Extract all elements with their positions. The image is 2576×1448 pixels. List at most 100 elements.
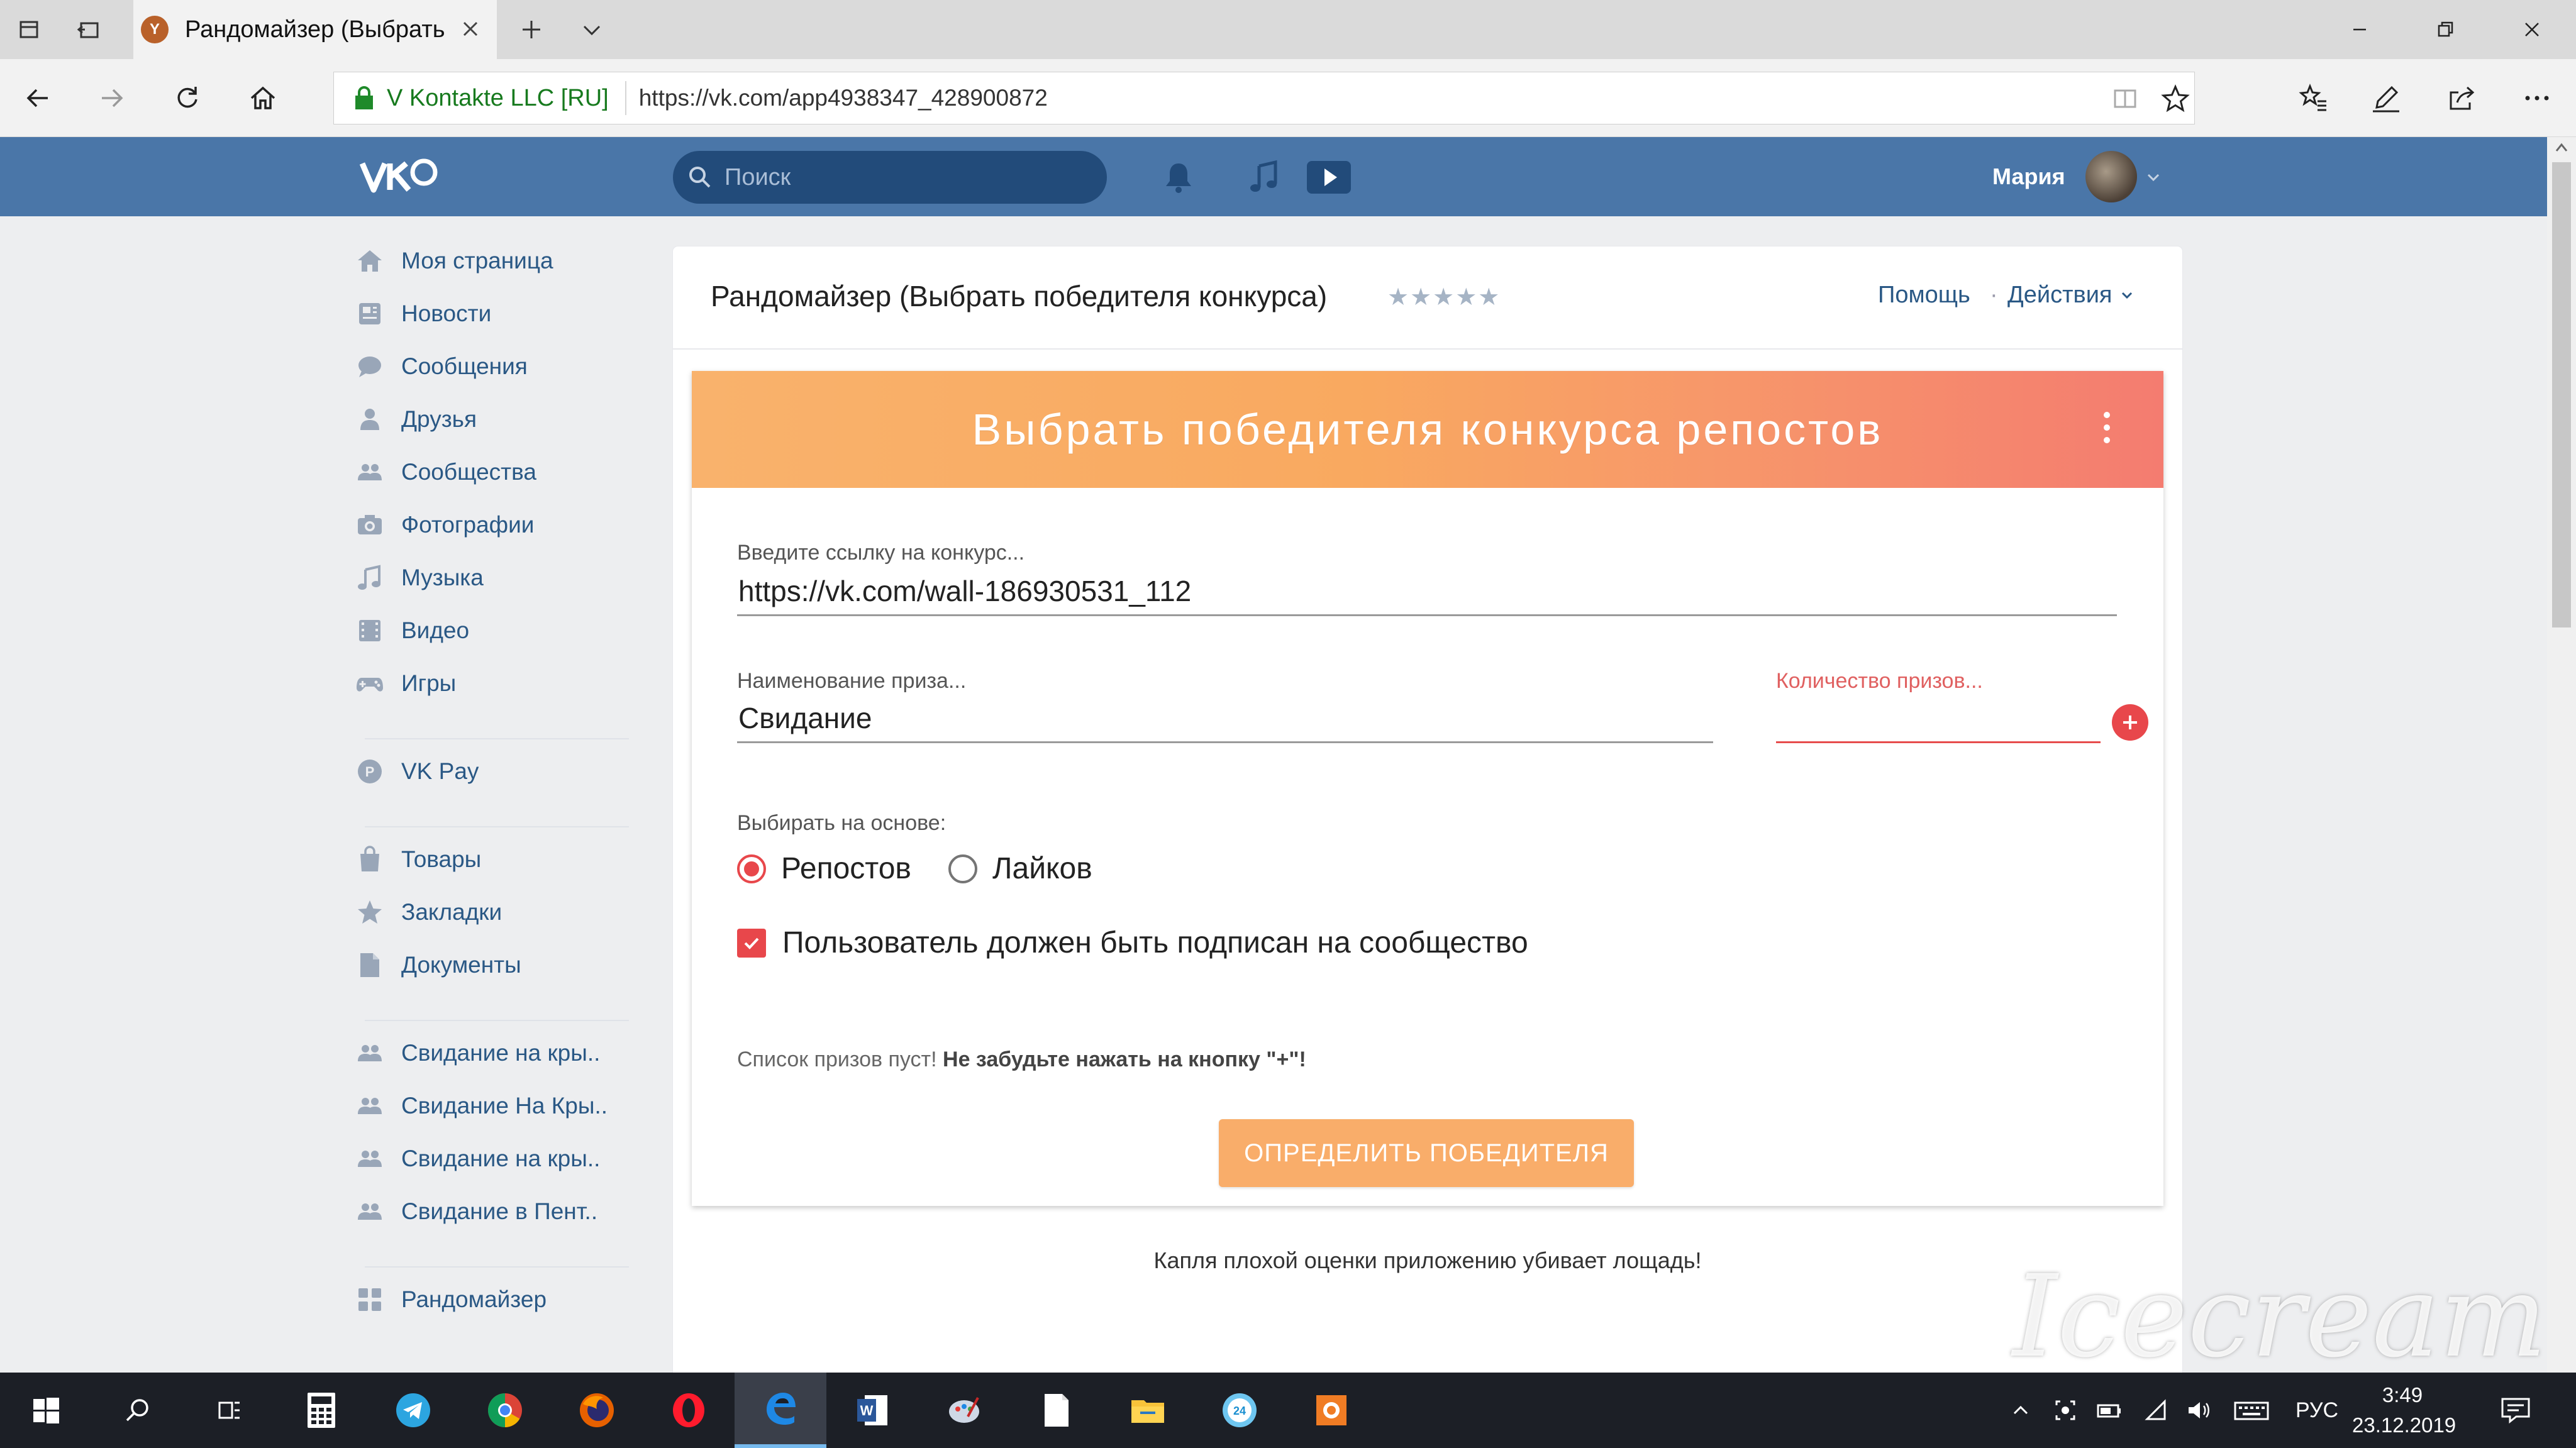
sidebar-item-randomizer[interactable]: Рандомайзер [352,1278,641,1322]
actions-menu[interactable]: Действия [2007,282,2135,309]
close-window-icon[interactable] [2513,13,2551,47]
start-windows-icon[interactable] [0,1373,92,1448]
tab-active[interactable]: Y Рандомайзер (Выбрать [133,0,497,59]
task-view-icon[interactable] [184,1373,275,1448]
set-aside-tabs-icon[interactable] [74,15,103,44]
sidebar-item-documents[interactable]: Документы [352,943,641,987]
favorites-hub-icon[interactable] [2296,80,2331,116]
help-link[interactable]: Помощь [1878,282,1970,309]
new-tab-icon[interactable] [517,15,546,44]
randomizer-card: Выбрать победителя конкурса репостов Вве… [692,371,2163,1206]
keyboard-icon[interactable] [2226,1373,2277,1448]
share-icon[interactable] [2444,80,2479,116]
sidebar-item-groups[interactable]: Сообщества [352,450,641,494]
photo-app-icon[interactable] [1285,1373,1377,1448]
rating-stars[interactable]: ★★★★★ [1387,283,1501,311]
search-icon[interactable] [92,1373,184,1448]
notifications-bell-icon[interactable] [1160,158,1197,196]
sidebar-item-goods[interactable]: Товары [352,837,641,882]
notepad-icon[interactable] [1010,1373,1102,1448]
avatar[interactable] [2085,151,2137,202]
prize-name-input[interactable] [737,698,1713,743]
app-24-icon[interactable]: 24 [1194,1373,1285,1448]
volume-icon[interactable] [2180,1373,2218,1448]
opera-icon[interactable] [643,1373,735,1448]
word-icon[interactable]: W [826,1373,918,1448]
notifications-center-icon[interactable] [2490,1373,2541,1448]
sidebar-item-vkpay[interactable]: P VK Pay [352,749,641,793]
empty-note-hint: Не забудьте нажать на кнопку "+"! [943,1047,1306,1071]
prize-count-input[interactable] [1776,698,2101,743]
subscribe-label: Пользователь должен быть подписан на соо… [782,926,1528,959]
sidebar-item-group-4[interactable]: Свидание в Пент.. [352,1190,641,1234]
wifi-icon[interactable] [2137,1373,2175,1448]
sidebar-item-label: Видео [401,617,470,643]
firefox-icon[interactable] [551,1373,643,1448]
tab-favicon: Y [141,16,169,43]
pen-notes-icon[interactable] [2368,80,2404,116]
minimize-icon[interactable] [2341,13,2379,47]
sidebar-item-video[interactable]: Видео [352,609,641,653]
chrome-icon[interactable] [459,1373,551,1448]
play-icon[interactable] [1307,158,1351,196]
contest-link-input[interactable] [737,571,2117,616]
search-input[interactable] [723,163,1088,192]
close-tab-icon[interactable] [458,16,483,41]
sidebar-item-messages[interactable]: Сообщения [352,345,641,389]
kebab-menu-icon[interactable] [2101,409,2113,446]
show-hidden-icons-icon[interactable] [2005,1373,2036,1448]
url-text[interactable]: https://vk.com/app4938347_428900872 [639,85,1048,111]
sidebar-item-music[interactable]: Музыка [352,556,641,600]
favorite-star-icon[interactable] [2158,81,2193,116]
actions-label: Действия [2007,282,2112,308]
back-arrow-icon[interactable] [20,80,55,116]
capture-tray-icon[interactable] [2046,1373,2084,1448]
add-prize-button[interactable] [2112,704,2148,741]
chevron-down-icon[interactable] [2145,169,2162,186]
more-options-icon[interactable] [2519,80,2555,116]
radio-reposts[interactable]: Репостов [737,851,911,886]
subscribe-checkbox[interactable]: Пользователь должен быть подписан на соо… [737,926,1528,960]
sidebar-item-label: Сообщества [401,459,536,485]
clock-date: 23.12.2019 [2352,1413,2457,1437]
search-box[interactable] [673,151,1107,204]
certificate-label[interactable]: V Kontakte LLC [RU] [387,85,609,112]
file-explorer-icon[interactable] [1102,1373,1194,1448]
system-clock[interactable]: 3:49 23.12.2019 [2352,1380,2457,1440]
sidebar-item-label: Свидание На Кры.. [401,1093,608,1119]
scroll-up-icon[interactable] [2547,137,2576,158]
calculator-icon[interactable] [275,1373,367,1448]
sidebar-item-photos[interactable]: Фотографии [352,503,641,547]
refresh-icon[interactable] [170,80,205,116]
sidebar-item-group-2[interactable]: Свидание На Кры.. [352,1084,641,1128]
banner-title: Выбрать победителя конкурса репостов [972,405,1884,454]
sidebar-item-my-page[interactable]: Моя страница [352,239,641,283]
forward-arrow-icon[interactable] [94,80,130,116]
reading-view-icon[interactable] [2107,81,2143,116]
determine-winner-button[interactable]: ОПРЕДЕЛИТЬ ПОБЕДИТЕЛЯ [1219,1119,1634,1187]
empty-prizes-note: Список призов пуст! Не забудьте нажать н… [737,1047,1306,1072]
music-note-icon[interactable] [1245,158,1283,196]
tab-preview-chevron-icon[interactable] [577,15,606,44]
radio-likes[interactable]: Лайков [948,851,1092,886]
sidebar-item-group-1[interactable]: Свидание на кры.. [352,1031,641,1075]
user-name[interactable]: Мария [1992,163,2065,190]
battery-icon[interactable] [2090,1373,2128,1448]
home-icon[interactable] [245,80,280,116]
url-field[interactable]: V Kontakte LLC [RU] https://vk.com/app49… [333,72,2195,124]
tab-list-icon[interactable] [15,15,44,44]
sidebar-item-news[interactable]: Новости [352,292,641,336]
paint-icon[interactable] [918,1373,1010,1448]
page-scrollbar[interactable] [2547,137,2576,1373]
telegram-icon[interactable] [367,1373,459,1448]
language-indicator[interactable]: РУС [2285,1373,2348,1448]
sidebar-item-friends[interactable]: Друзья [352,397,641,441]
sidebar-item-label: Свидание на кры.. [401,1040,601,1066]
sidebar-item-bookmarks[interactable]: Закладки [352,890,641,934]
scrollbar-thumb[interactable] [2552,162,2571,627]
restore-icon[interactable] [2426,13,2464,47]
sidebar-item-games[interactable]: Игры [352,661,641,705]
sidebar-item-group-3[interactable]: Свидание на кры.. [352,1137,641,1181]
vk-logo[interactable] [358,155,440,199]
edge-icon[interactable] [735,1373,826,1448]
